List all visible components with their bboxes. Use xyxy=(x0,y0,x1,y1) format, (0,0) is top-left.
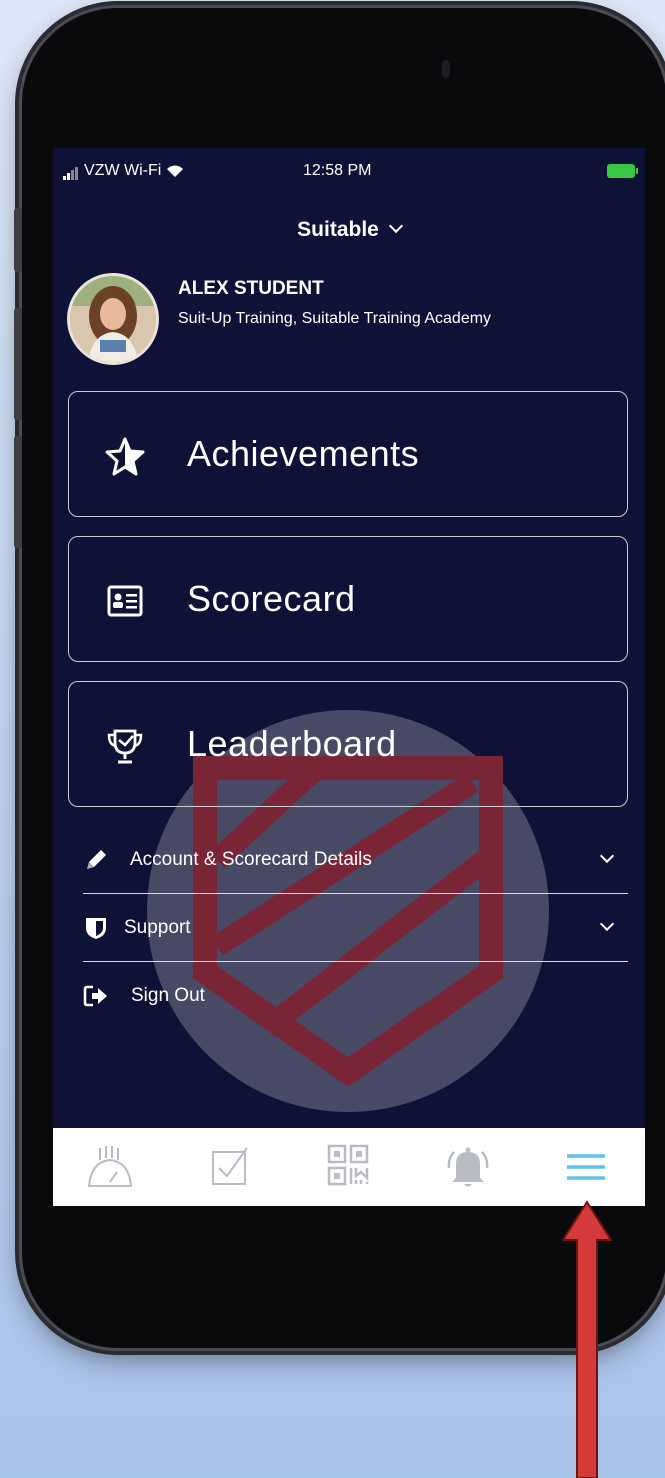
bottom-tab-bar xyxy=(53,1128,645,1206)
scorecard-card[interactable]: Scorecard xyxy=(68,536,628,662)
carrier-label: VZW Wi-Fi xyxy=(84,162,162,179)
mute-switch xyxy=(14,208,22,272)
chevron-down-icon xyxy=(599,848,615,864)
status-bar: VZW Wi-Fi 12:58 PM xyxy=(53,158,645,186)
shield-icon xyxy=(86,918,106,939)
achievements-label: Achievements xyxy=(187,433,420,474)
qr-code-icon[interactable] xyxy=(323,1142,373,1192)
support-row[interactable]: Support xyxy=(83,899,628,959)
wifi-icon xyxy=(167,165,184,177)
app-screen: VZW Wi-Fi 12:58 PM Suitable ALEX STUDENT… xyxy=(53,148,645,1206)
volume-up-button xyxy=(14,308,22,420)
front-camera xyxy=(442,60,450,78)
trophy-icon xyxy=(107,729,143,764)
support-label: Support xyxy=(124,917,191,938)
id-card-icon xyxy=(107,585,143,617)
menu-divider xyxy=(83,961,628,962)
hamburger-menu-icon[interactable] xyxy=(561,1142,611,1192)
account-switcher[interactable]: Suitable xyxy=(53,218,645,242)
avatar[interactable] xyxy=(67,273,159,365)
profile-name: ALEX STUDENT xyxy=(178,278,324,299)
leaderboard-card[interactable]: Leaderboard xyxy=(68,681,628,807)
profile-organization: Suit-Up Training, Suitable Training Acad… xyxy=(178,310,492,327)
account-scorecard-details-label: Account & Scorecard Details xyxy=(130,849,372,870)
menu-divider xyxy=(83,893,628,894)
account-name: Suitable xyxy=(297,218,379,241)
notification-bell-icon[interactable] xyxy=(443,1142,493,1192)
achievements-card[interactable]: Achievements xyxy=(68,391,628,517)
star-icon xyxy=(105,437,145,476)
pencil-icon xyxy=(87,850,106,869)
sign-out-row[interactable]: Sign Out xyxy=(83,967,628,1027)
dashboard-gauge-icon[interactable] xyxy=(85,1142,135,1192)
chevron-down-icon xyxy=(599,916,615,932)
sign-out-label: Sign Out xyxy=(131,985,205,1006)
battery-charging-icon xyxy=(607,164,638,178)
chevron-down-icon xyxy=(388,218,403,234)
scorecard-label: Scorecard xyxy=(187,578,356,619)
account-scorecard-details-row[interactable]: Account & Scorecard Details xyxy=(83,831,628,891)
cellular-signal-icon xyxy=(63,162,79,180)
status-time: 12:58 PM xyxy=(303,162,372,179)
red-pointer-arrow xyxy=(562,1200,612,1478)
volume-down-button xyxy=(14,436,22,548)
checklist-icon[interactable] xyxy=(205,1142,255,1192)
sign-out-icon xyxy=(83,985,107,1007)
leaderboard-label: Leaderboard xyxy=(187,723,397,764)
avatar-photo xyxy=(70,276,156,362)
